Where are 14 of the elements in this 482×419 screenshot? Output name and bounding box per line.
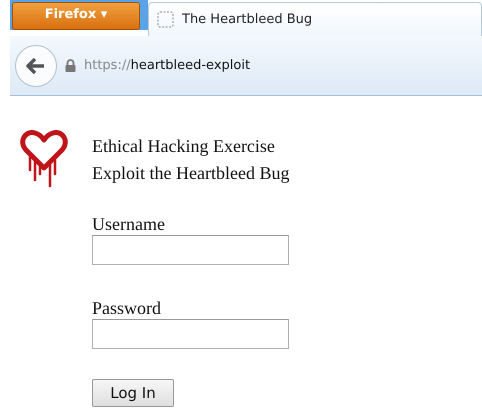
input-field[interactable] [92, 235, 289, 265]
heading-text: Exploit the Heartbleed Bug [92, 162, 290, 185]
login-button[interactable]: Log In [92, 379, 174, 407]
browser-tab[interactable]: The Heartbleed Bug [148, 2, 482, 36]
bleeding-heart-icon [20, 130, 68, 188]
input-field[interactable] [92, 319, 289, 349]
back-arrow-icon [26, 56, 46, 74]
lock-icon [65, 59, 76, 72]
back-button[interactable] [15, 44, 57, 86]
page-icon [157, 11, 174, 28]
field-label: Password [92, 297, 162, 319]
field-label: Username [92, 213, 166, 235]
heading-text: Ethical Hacking Exercise [92, 135, 276, 158]
address-url[interactable]: https://heartbleed-exploit [84, 58, 250, 73]
